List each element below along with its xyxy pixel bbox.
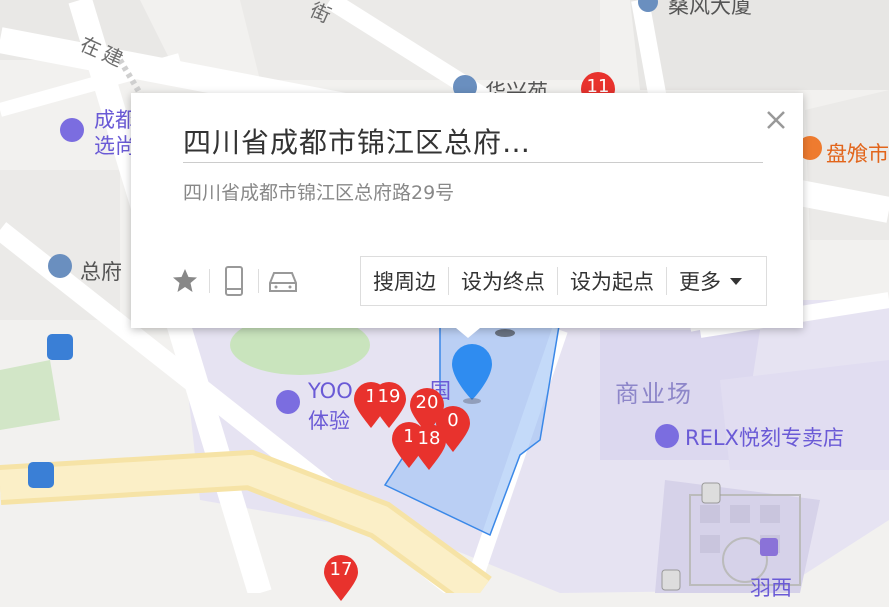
popup-address: 四川省成都市锦江区总府路29号 bbox=[183, 182, 455, 204]
popup-title: 四川省成都市锦江区总府… bbox=[183, 126, 532, 159]
area-label-shangyechang: 商业场 bbox=[615, 380, 693, 408]
poi-label-yoo-experience: 体验 bbox=[308, 409, 350, 433]
map-marker[interactable]: 17 bbox=[322, 553, 360, 603]
poi-label-sunfeng[interactable]: 桑风大厦 bbox=[668, 0, 752, 20]
poi-label-chengdu[interactable]: 成都 选尚 bbox=[94, 107, 136, 159]
map-marker[interactable]: 18 bbox=[410, 422, 448, 472]
close-icon[interactable] bbox=[761, 105, 791, 135]
phone-icon[interactable] bbox=[214, 261, 254, 301]
poi-label-yoo[interactable]: YOO bbox=[308, 378, 353, 404]
search-nearby-button[interactable]: 搜周边 bbox=[361, 257, 448, 305]
car-icon[interactable] bbox=[263, 261, 303, 301]
poi-label-yuxi[interactable]: 羽西 bbox=[750, 575, 792, 601]
popup-pointer bbox=[456, 328, 480, 338]
marker-number: 18 bbox=[417, 428, 441, 449]
marker-number: 19 bbox=[377, 386, 401, 407]
popup-icon-bar bbox=[165, 261, 303, 301]
set-origin-button[interactable]: 设为起点 bbox=[558, 257, 666, 305]
map-marker[interactable]: 19 bbox=[370, 380, 408, 430]
poi-label-line: 选尚 bbox=[94, 134, 136, 158]
marker-number: 17 bbox=[329, 559, 353, 580]
set-destination-button[interactable]: 设为终点 bbox=[449, 257, 557, 305]
poi-label-panshi[interactable]: 盘飧市 bbox=[826, 138, 889, 168]
star-icon[interactable] bbox=[165, 261, 205, 301]
poi-label-line: 成都 bbox=[94, 108, 136, 132]
more-dropdown[interactable]: 更多 bbox=[667, 257, 755, 305]
popup-divider bbox=[183, 162, 763, 163]
chevron-down-icon bbox=[730, 278, 742, 285]
location-info-popup: 四川省成都市锦江区总府… 四川省成都市锦江区总府路29号 搜周边 设为终点 设为… bbox=[131, 93, 803, 338]
poi-label-relx[interactable]: RELX悦刻专卖店 bbox=[685, 425, 844, 451]
icon-separator bbox=[258, 269, 259, 293]
poi-label-zongfu[interactable]: 总府 bbox=[80, 256, 122, 286]
icon-separator bbox=[209, 269, 210, 293]
popup-action-bar: 搜周边 设为终点 设为起点 更多 bbox=[360, 256, 767, 306]
more-label: 更多 bbox=[679, 270, 721, 294]
marker-number: 20 bbox=[415, 392, 439, 413]
